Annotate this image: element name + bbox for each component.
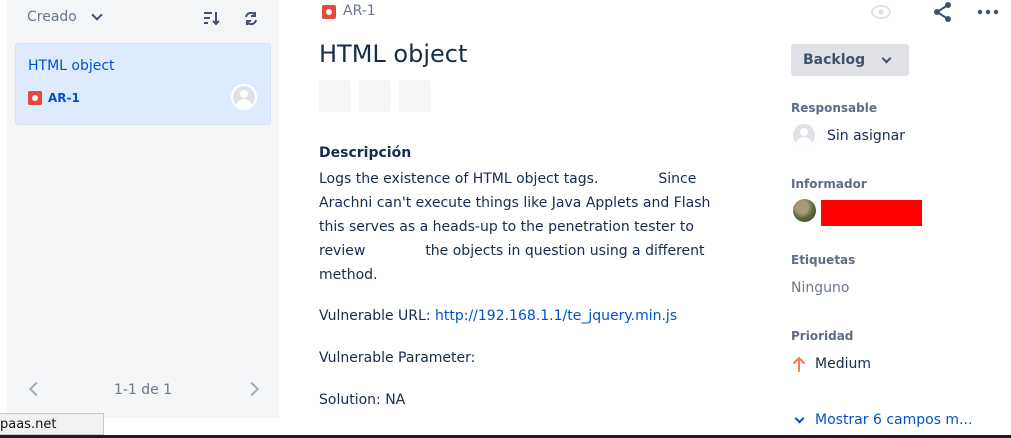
solution-line: Solution: NA: [319, 392, 406, 408]
pagination: 1-1 de 1: [7, 378, 279, 404]
status-button[interactable]: Backlog: [791, 44, 909, 76]
sort-order-button[interactable]: [199, 8, 223, 30]
assignee-label: Responsable: [791, 101, 877, 115]
vulnerable-url-label: Vulnerable URL:: [319, 308, 431, 324]
sort-dropdown[interactable]: Creado: [27, 9, 103, 25]
reporter-label: Informador: [791, 177, 867, 191]
issue-list-panel: Creado HTML object AR-1 1-1 de 1: [7, 0, 279, 418]
description-text-3: the objects in question using a differen…: [319, 243, 705, 283]
description-body[interactable]: Logs the existence of HTML object tags. S…: [319, 167, 739, 287]
issue-card-key: AR-1: [48, 91, 80, 105]
refresh-button[interactable]: [239, 8, 263, 30]
add-child-button[interactable]: [359, 80, 391, 112]
status-label: Backlog: [803, 52, 866, 68]
priority-label: Prioridad: [791, 329, 854, 343]
sort-bar: Creado: [7, 0, 279, 38]
show-more-fields-link[interactable]: Mostrar 6 campos m...: [793, 412, 972, 428]
issue-card-selected[interactable]: HTML object AR-1: [15, 43, 271, 125]
labels-value[interactable]: Ninguno: [791, 280, 849, 296]
more-icon[interactable]: [977, 5, 999, 19]
breadcrumb-issue-key[interactable]: AR-1: [343, 3, 376, 19]
pagination-label: 1-1 de 1: [113, 382, 173, 398]
chevron-down-icon: [794, 413, 805, 423]
priority-value[interactable]: Medium: [815, 356, 871, 372]
vulnerable-url-line: Vulnerable URL: http://192.168.1.1/te_jq…: [319, 308, 677, 324]
vulnerable-parameter-line: Vulnerable Parameter:: [319, 350, 476, 366]
reporter-avatar[interactable]: [791, 197, 818, 224]
share-icon[interactable]: [932, 1, 954, 23]
sort-icon: [204, 12, 220, 26]
description-heading: Descripción: [319, 145, 412, 161]
show-more-fields-label: Mostrar 6 campos m...: [815, 412, 973, 428]
avatar-icon: [791, 122, 817, 148]
issue-title[interactable]: HTML object: [319, 40, 467, 68]
labels-label: Etiquetas: [791, 253, 856, 267]
arrow-up-icon: [793, 357, 805, 372]
refresh-icon: [245, 11, 257, 26]
link-issue-button[interactable]: [399, 80, 431, 112]
chevron-down-icon: [881, 53, 892, 63]
browser-status-url: paas.net: [0, 413, 104, 435]
bug-icon: [28, 91, 42, 105]
eye-icon[interactable]: [870, 3, 892, 21]
issue-card-title: HTML object: [28, 58, 115, 74]
bug-icon: [322, 5, 336, 19]
vulnerable-url-link[interactable]: http://192.168.1.1/te_jquery.min.js: [435, 308, 677, 324]
sort-dropdown-label: Creado: [27, 9, 77, 25]
assignee-value[interactable]: Sin asignar: [827, 128, 905, 144]
chevron-down-icon: [91, 9, 103, 21]
description-text-1: Logs the existence of HTML object tags.: [319, 171, 599, 187]
avatar-icon: [231, 84, 257, 110]
redacted-reporter-name: [821, 200, 922, 226]
attach-button[interactable]: [319, 80, 351, 112]
